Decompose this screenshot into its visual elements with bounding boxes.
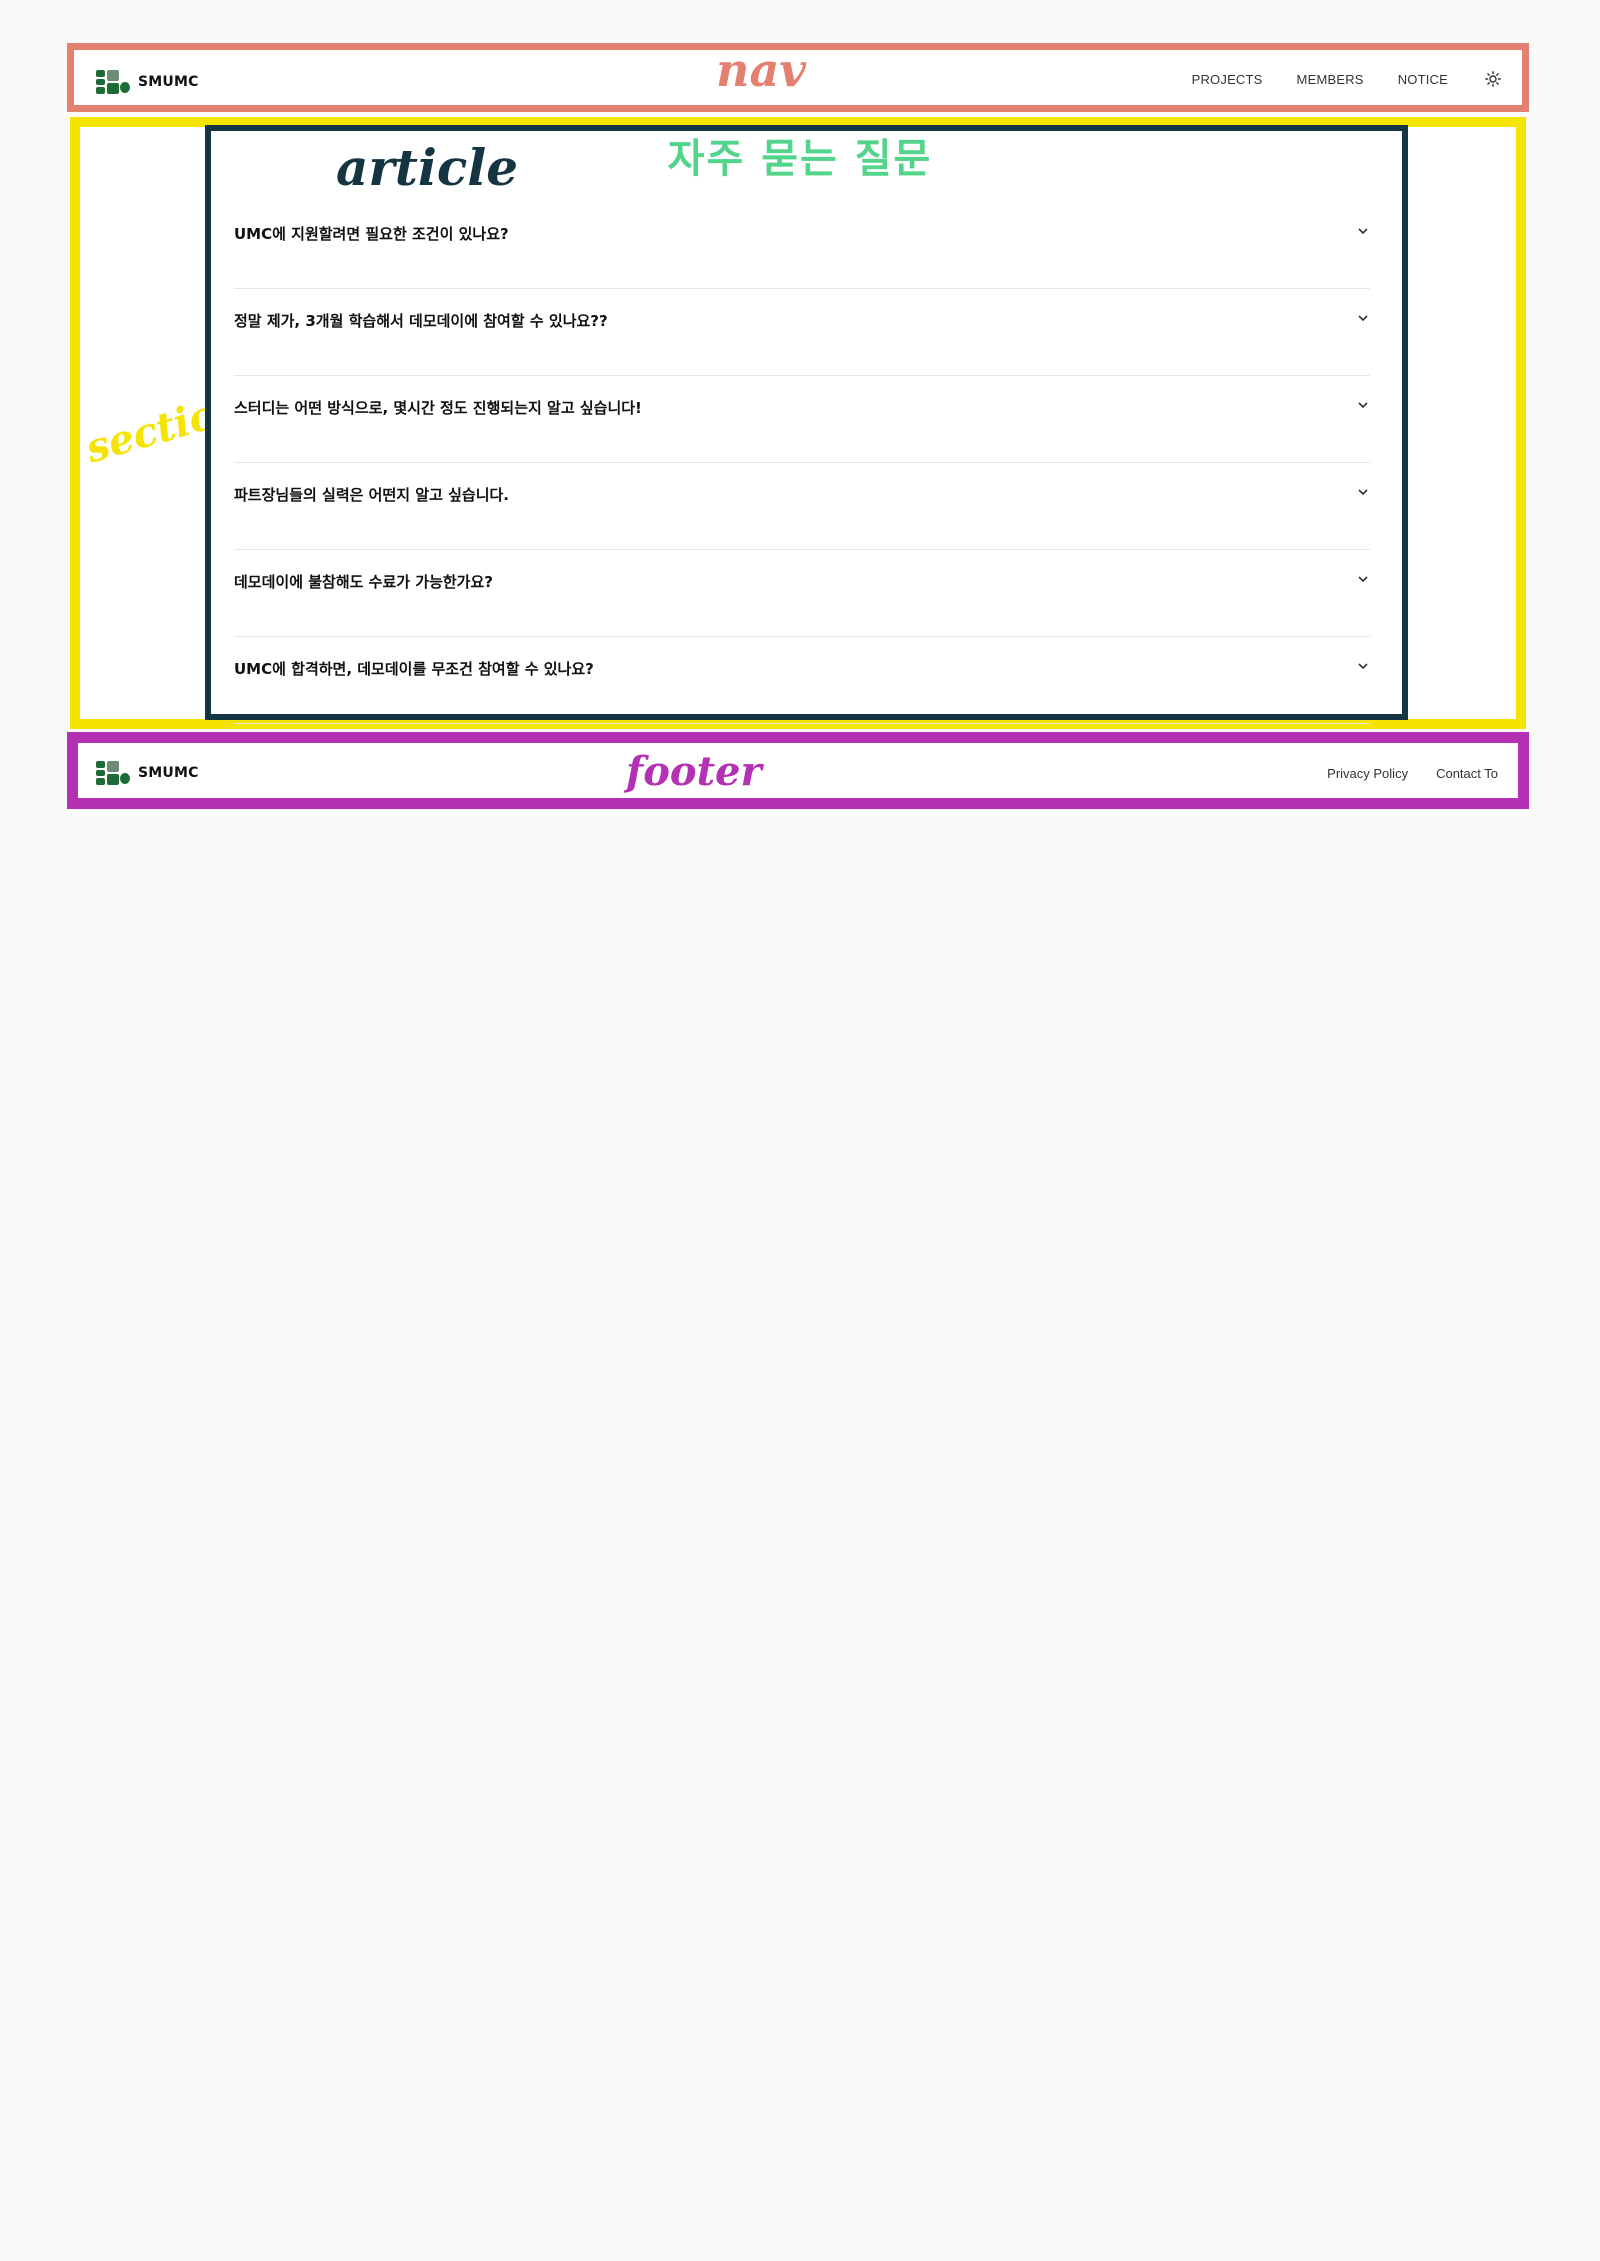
smumc-logo: [96, 70, 130, 94]
footer-bar: SMUMC Privacy Policy Contact To: [67, 732, 1529, 809]
nav-annotation: nav: [716, 43, 806, 97]
article-annotation: article: [336, 138, 519, 197]
footer-links: Privacy Policy Contact To: [1327, 766, 1498, 781]
footer-link-contact[interactable]: Contact To: [1436, 766, 1498, 781]
chevron-down-icon[interactable]: [1356, 311, 1370, 325]
faq-item[interactable]: UMC에 지원할려면 필요한 조건이 있나요?: [234, 202, 1370, 289]
faq-title: 자주 묻는 질문: [667, 136, 933, 182]
faq-item[interactable]: 스터디는 어떤 방식으로, 몇시간 정도 진행되는지 알고 싶습니다!: [234, 376, 1370, 463]
brand-name: SMUMC: [138, 765, 199, 781]
faq-list: UMC에 지원할려면 필요한 조건이 있나요? 정말 제가, 3개월 학습해서 …: [234, 202, 1370, 724]
nav-link-notice[interactable]: NOTICE: [1398, 72, 1448, 87]
faq-item[interactable]: UMC에 합격하면, 데모데이를 무조건 참여할 수 있나요?: [234, 637, 1370, 724]
sun-icon[interactable]: [1482, 68, 1504, 90]
faq-question[interactable]: 파트장님들의 실력은 어떤지 알고 싶습니다.: [234, 484, 509, 505]
chevron-down-icon[interactable]: [1356, 398, 1370, 412]
brand-name: SMUMC: [138, 74, 199, 90]
smumc-logo: [96, 761, 130, 785]
nav-link-members[interactable]: MEMBERS: [1297, 72, 1364, 87]
chevron-down-icon[interactable]: [1356, 485, 1370, 499]
footer-annotation: footer: [626, 748, 762, 795]
chevron-down-icon[interactable]: [1356, 224, 1370, 238]
faq-question[interactable]: 스터디는 어떤 방식으로, 몇시간 정도 진행되는지 알고 싶습니다!: [234, 397, 642, 418]
faq-question[interactable]: 데모데이에 불참해도 수료가 가능한가요?: [234, 571, 493, 592]
chevron-down-icon[interactable]: [1356, 659, 1370, 673]
faq-question[interactable]: 정말 제가, 3개월 학습해서 데모데이에 참여할 수 있나요??: [234, 310, 608, 331]
faq-item[interactable]: 파트장님들의 실력은 어떤지 알고 싶습니다.: [234, 463, 1370, 550]
faq-question[interactable]: UMC에 지원할려면 필요한 조건이 있나요?: [234, 223, 509, 244]
faq-item[interactable]: 데모데이에 불참해도 수료가 가능한가요?: [234, 550, 1370, 637]
footer-brand[interactable]: SMUMC: [96, 761, 199, 785]
chevron-down-icon[interactable]: [1356, 572, 1370, 586]
nav-links: PROJECTS MEMBERS NOTICE: [1192, 68, 1504, 90]
footer-link-privacy[interactable]: Privacy Policy: [1327, 766, 1408, 781]
faq-question[interactable]: UMC에 합격하면, 데모데이를 무조건 참여할 수 있나요?: [234, 658, 594, 679]
faq-item[interactable]: 정말 제가, 3개월 학습해서 데모데이에 참여할 수 있나요??: [234, 289, 1370, 376]
nav-brand[interactable]: SMUMC: [96, 70, 199, 94]
nav-link-projects[interactable]: PROJECTS: [1192, 72, 1263, 87]
